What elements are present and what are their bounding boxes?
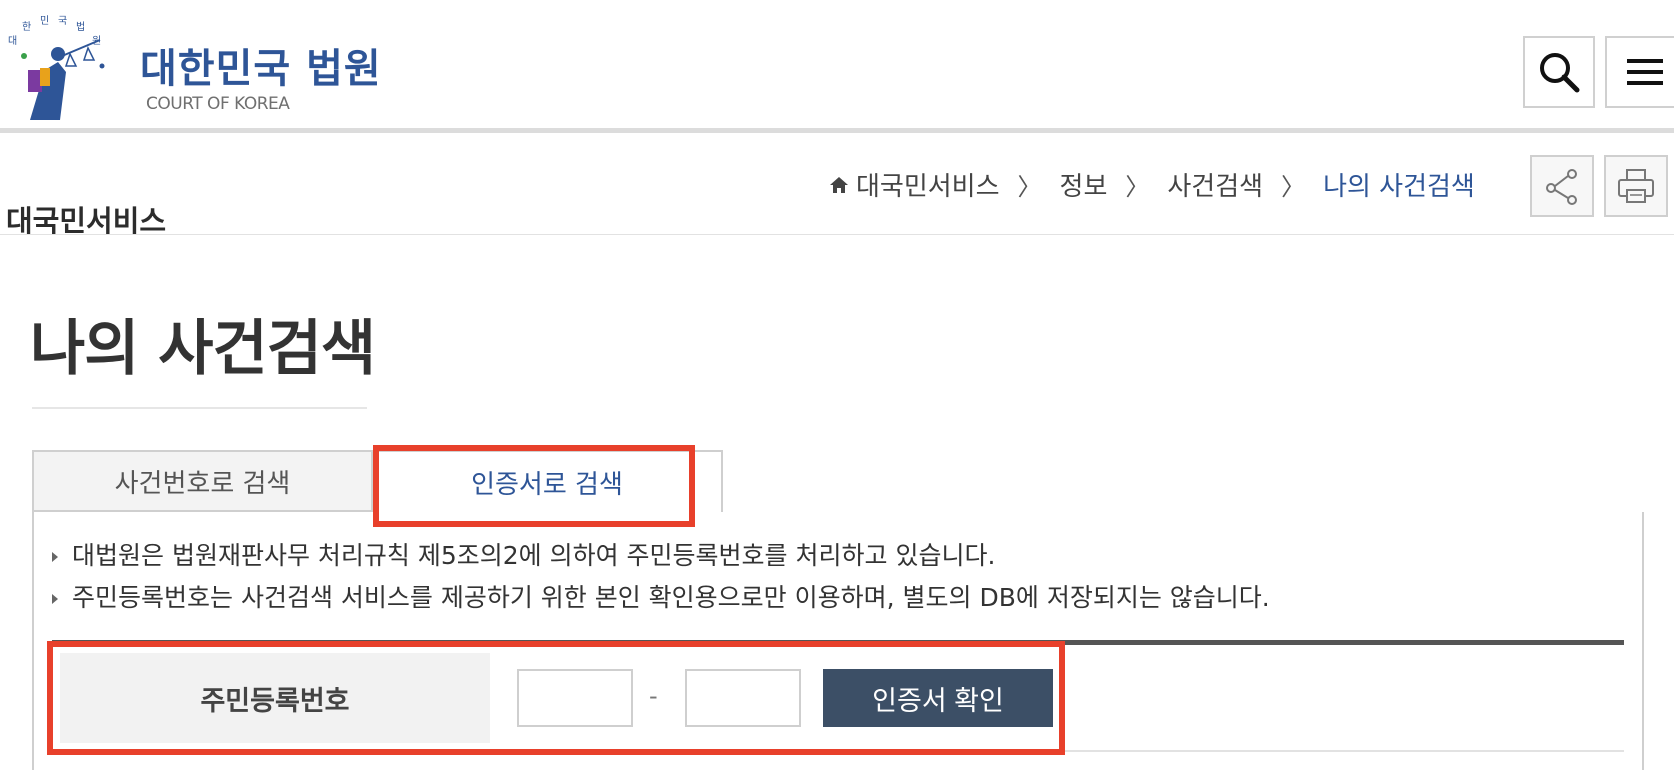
home-icon[interactable] xyxy=(828,174,850,196)
notice-text: 주민등록번호는 사건검색 서비스를 제공하기 위한 본인 확인용으로만 이용하며… xyxy=(72,583,1270,612)
page-title: 나의 사건검색 xyxy=(30,314,376,384)
hamburger-menu-icon xyxy=(1627,59,1663,85)
breadcrumb-separator: 〉 xyxy=(1281,173,1306,201)
breadcrumb-separator: 〉 xyxy=(1017,173,1042,201)
search-button[interactable] xyxy=(1523,36,1595,108)
print-icon xyxy=(1618,169,1654,203)
court-emblem-icon[interactable]: 대한민 국법원 xyxy=(0,10,120,125)
svg-text:국: 국 xyxy=(58,15,67,27)
breadcrumb-item-info[interactable]: 정보 xyxy=(1060,166,1108,203)
notice-item: 주민등록번호는 사건검색 서비스를 제공하기 위한 본인 확인용으로만 이용하며… xyxy=(52,578,1270,614)
site-subtitle: COURT OF KOREA xyxy=(146,94,290,114)
tab-case-number-search[interactable]: 사건번호로 검색 xyxy=(32,450,373,512)
bullet-icon xyxy=(52,552,58,562)
menu-button[interactable] xyxy=(1605,36,1674,108)
breadcrumb-item-case-search[interactable]: 사건검색 xyxy=(1167,166,1263,203)
search-icon xyxy=(1540,53,1580,93)
breadcrumb-item-service[interactable]: 대국민서비스 xyxy=(856,166,1000,203)
site-title[interactable]: 대한민국 법원 xyxy=(140,36,382,94)
svg-text:한: 한 xyxy=(22,21,31,33)
highlight-box-form xyxy=(47,641,1065,755)
print-button[interactable] xyxy=(1604,155,1668,217)
sub-header: 대국민서비스 대국민서비스 〉 정보 〉 사건검색 〉 나의 사건검색 xyxy=(0,138,1674,238)
svg-text:법: 법 xyxy=(76,21,85,33)
section-name: 대국민서비스 xyxy=(6,204,167,238)
bullet-icon xyxy=(52,594,58,604)
svg-text:민: 민 xyxy=(40,15,49,27)
share-icon xyxy=(1546,169,1577,205)
notice-item: 대법원은 법원재판사무 처리규칙 제5조의2에 의하여 주민등록번호를 처리하고… xyxy=(52,536,995,572)
site-header: 대한민 국법원 대한민국 법원 COURT OF KOREA xyxy=(0,0,1674,133)
breadcrumb: 대국민서비스 〉 정보 〉 사건검색 〉 나의 사건검색 xyxy=(828,166,1475,203)
breadcrumb-separator: 〉 xyxy=(1125,173,1150,201)
search-tabs: 사건번호로 검색 인증서로 검색 xyxy=(32,450,1644,512)
svg-text:대: 대 xyxy=(8,35,17,47)
notice-text: 대법원은 법원재판사무 처리규칙 제5조의2에 의하여 주민등록번호를 처리하고… xyxy=(72,541,996,570)
share-button[interactable] xyxy=(1530,155,1594,217)
breadcrumb-item-current[interactable]: 나의 사건검색 xyxy=(1323,166,1475,203)
title-divider xyxy=(32,407,367,409)
